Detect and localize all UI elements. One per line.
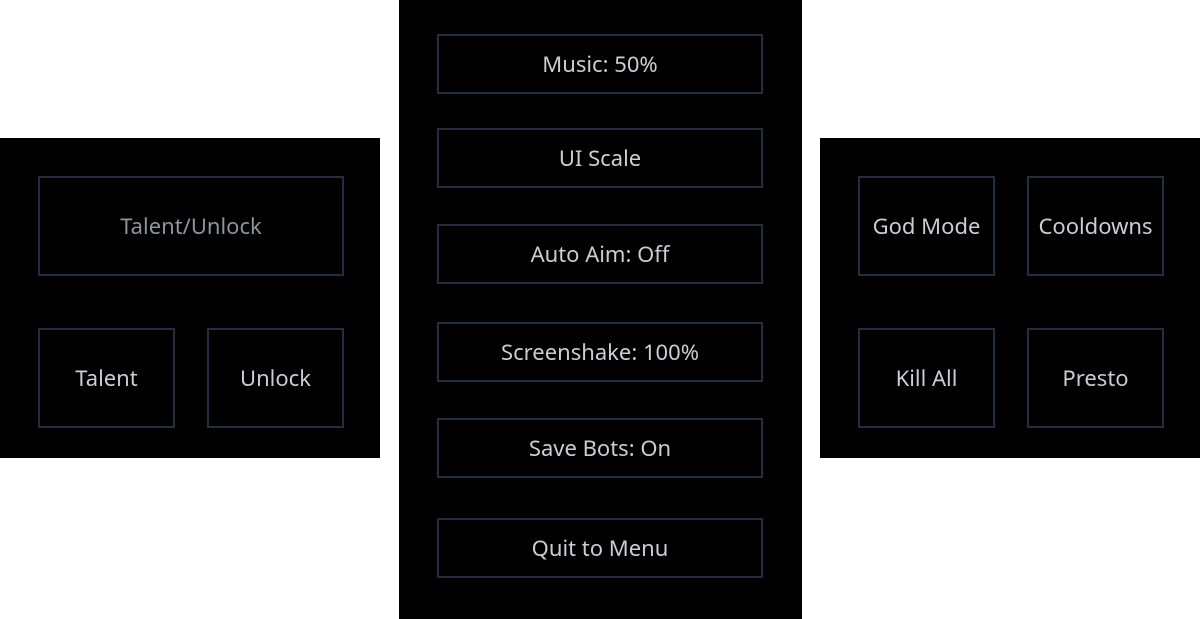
music-volume-button[interactable]: Music: 50% (437, 34, 763, 94)
ui-scale-button[interactable]: UI Scale (437, 128, 763, 188)
unlock-button[interactable]: Unlock (207, 328, 344, 428)
cooldowns-button[interactable]: Cooldowns (1027, 176, 1164, 276)
auto-aim-button[interactable]: Auto Aim: Off (437, 224, 763, 284)
cheat-panel: God Mode Cooldowns Kill All Presto (820, 138, 1200, 458)
god-mode-button[interactable]: God Mode (858, 176, 995, 276)
talent-unlock-button[interactable]: Talent/Unlock (38, 176, 344, 276)
talent-button[interactable]: Talent (38, 328, 175, 428)
talent-panel: Talent/Unlock Talent Unlock (0, 138, 380, 458)
screenshake-button[interactable]: Screenshake: 100% (437, 322, 763, 382)
settings-panel: Music: 50% UI Scale Auto Aim: Off Screen… (399, 0, 802, 619)
presto-button[interactable]: Presto (1027, 328, 1164, 428)
kill-all-button[interactable]: Kill All (858, 328, 995, 428)
save-bots-button[interactable]: Save Bots: On (437, 418, 763, 478)
quit-to-menu-button[interactable]: Quit to Menu (437, 518, 763, 578)
